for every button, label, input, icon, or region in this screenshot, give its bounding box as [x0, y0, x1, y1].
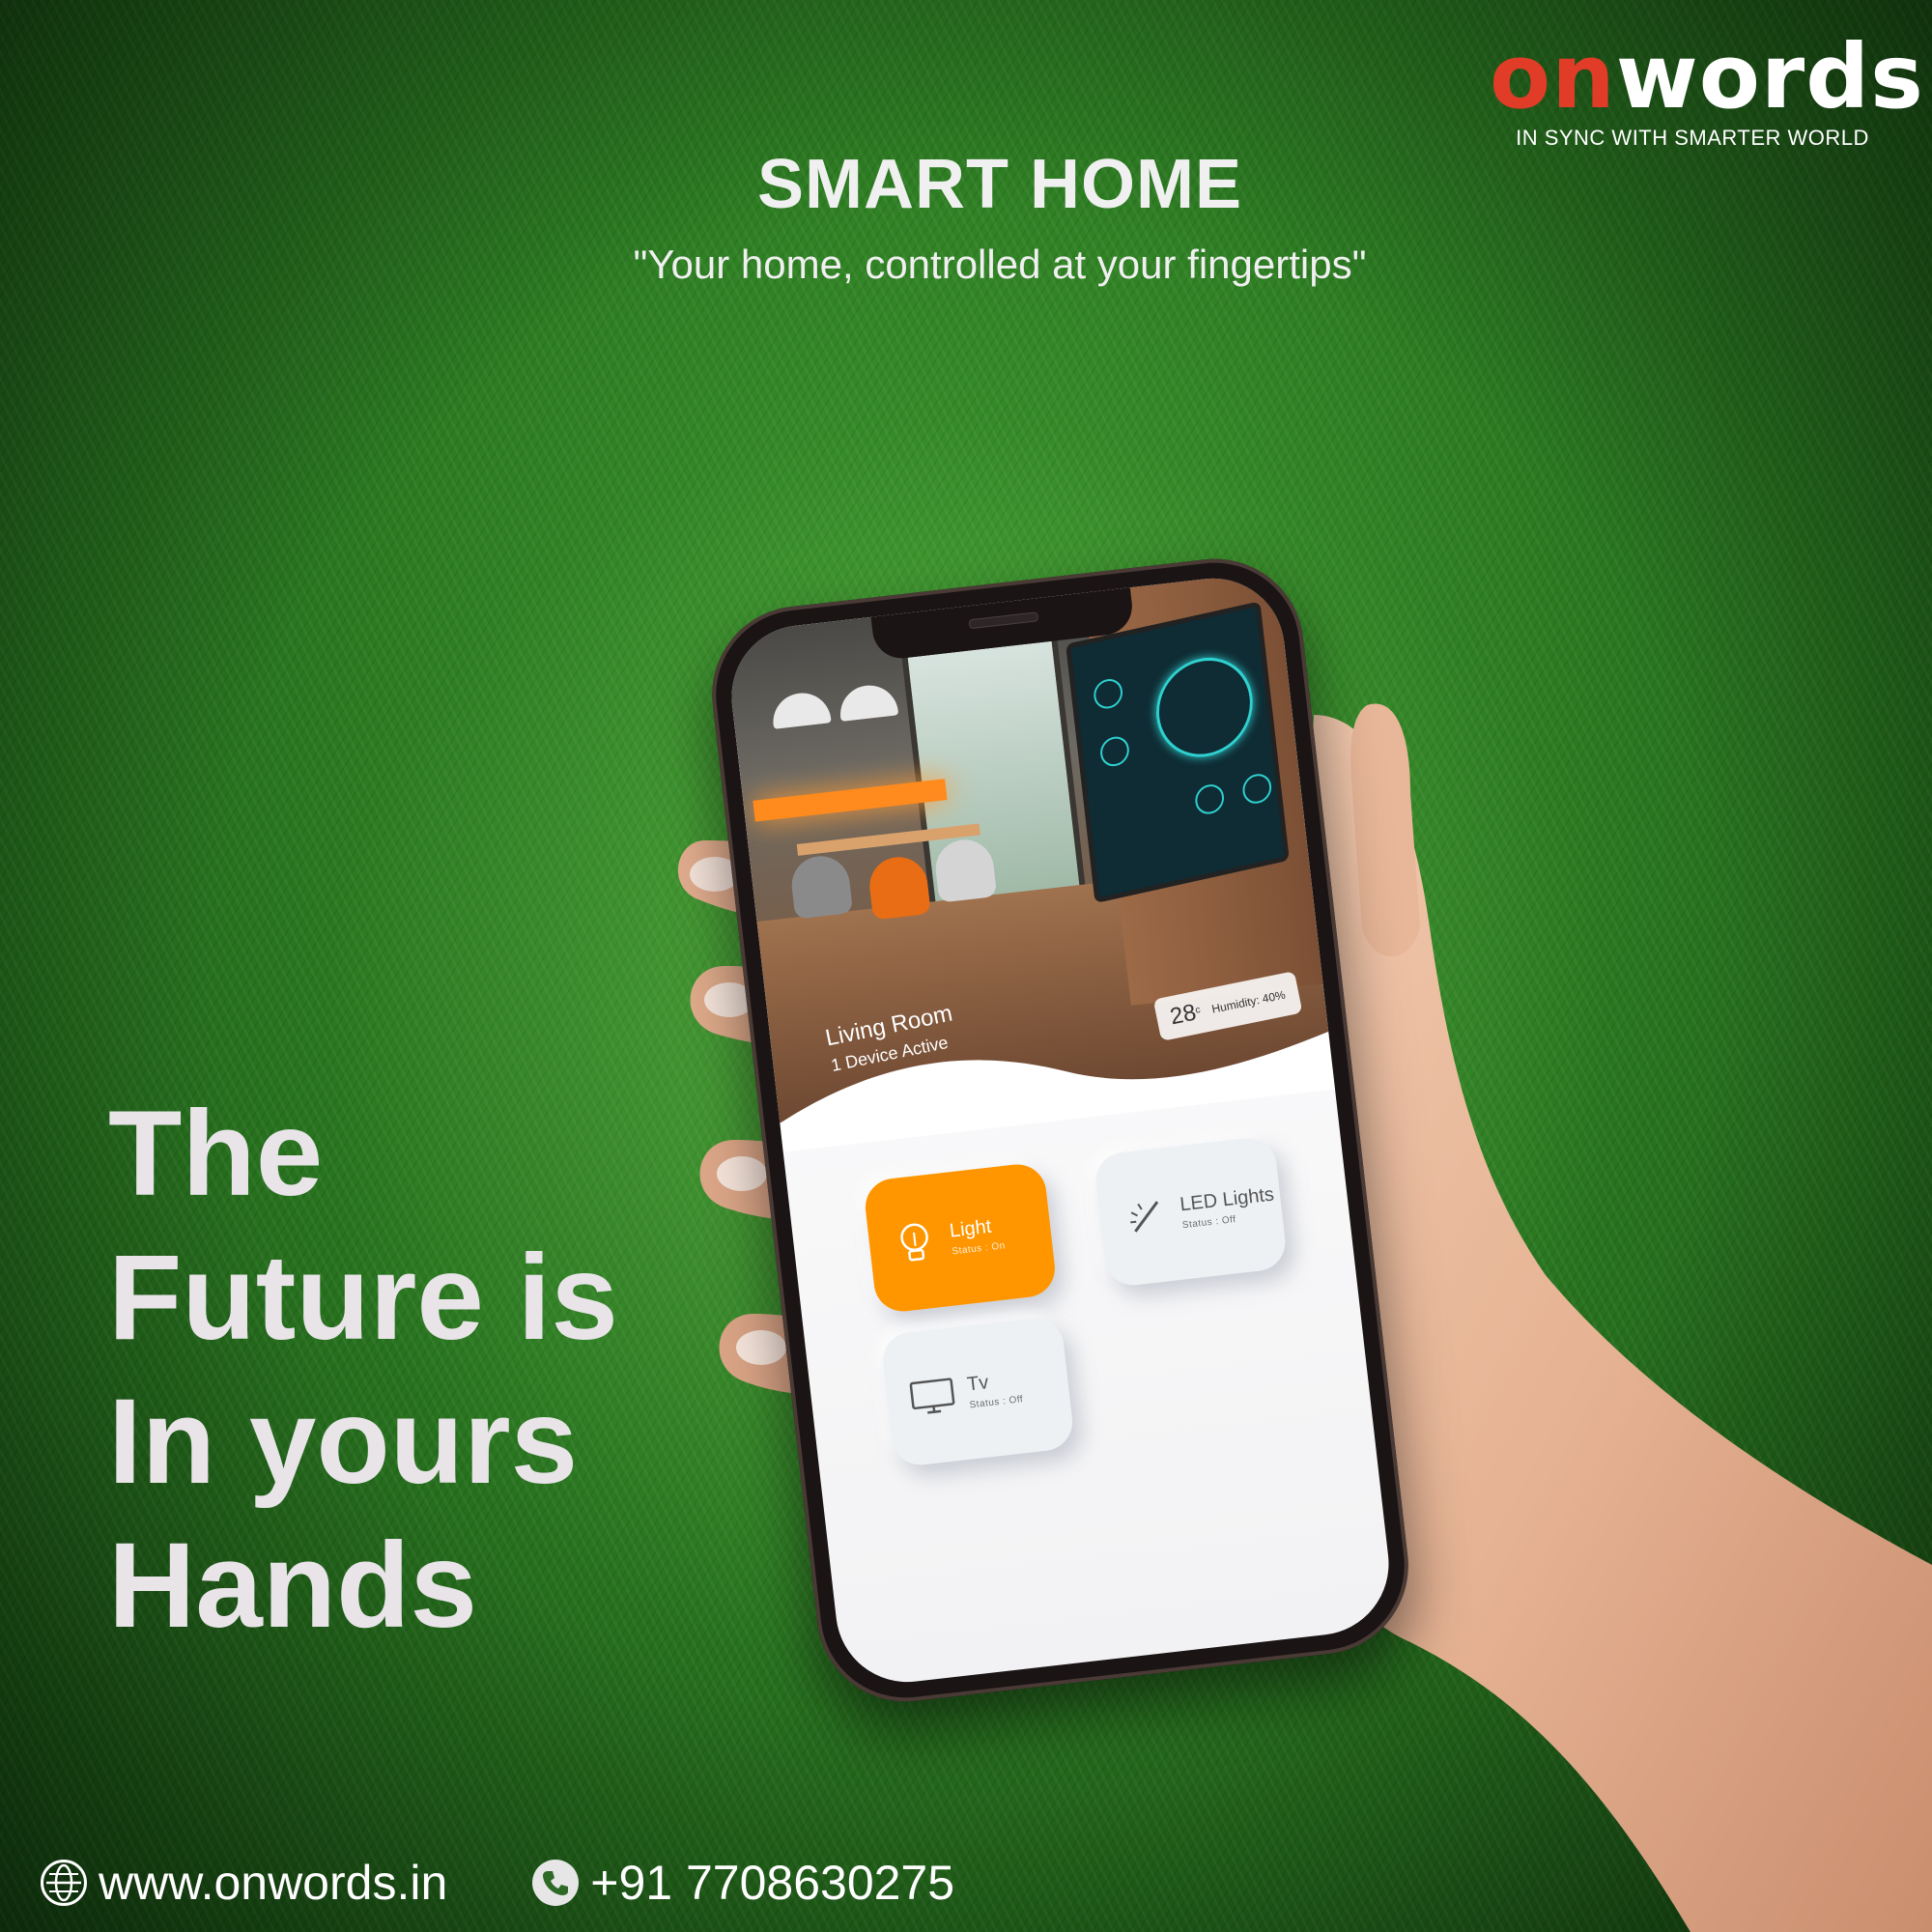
device-name: Light [948, 1215, 993, 1242]
bulb-icon [891, 1218, 940, 1267]
slogan-line: The [108, 1087, 324, 1221]
logo-wordmark: onwords [1490, 33, 1923, 122]
device-tile-tv[interactable]: Tv Status : Off [879, 1315, 1076, 1468]
smart-wall-panel [1065, 601, 1290, 904]
device-status: Status : On [951, 1240, 1007, 1258]
device-info: Tv Status : Off [966, 1368, 1024, 1410]
device-tile-light[interactable]: Light Status : On [862, 1161, 1059, 1315]
device-status: Status : Off [969, 1394, 1024, 1411]
brand-logo: onwords IN SYNC WITH SMARTER WORLD [1490, 33, 1923, 151]
device-info: Light Status : On [948, 1214, 1007, 1258]
headline-subtitle: "Your home, controlled at your fingertip… [633, 242, 1367, 287]
slogan: The Future is In yours Hands [108, 1082, 618, 1658]
panel-dial [1151, 648, 1259, 767]
headline: SMART HOME "Your home, controlled at you… [0, 145, 1932, 288]
led-strip-icon [1121, 1192, 1170, 1241]
device-name: Tv [965, 1372, 990, 1396]
device-info: LED Lights Status : Off [1179, 1183, 1277, 1231]
logo-on-part: on [1490, 25, 1616, 128]
website-contact[interactable]: www.onwords.in [41, 1855, 447, 1911]
globe-icon [41, 1860, 87, 1906]
slogan-line: Hands [108, 1519, 478, 1653]
device-tile-led-lights[interactable]: LED Lights Status : Off [1093, 1135, 1289, 1289]
contact-footer: www.onwords.in +91 7708630275 [41, 1855, 954, 1911]
panel-icon [1193, 781, 1226, 817]
logo-words-part: words [1615, 25, 1924, 128]
headline-title: SMART HOME [757, 146, 1242, 223]
panel-icon [1092, 676, 1124, 712]
tv-icon [908, 1372, 957, 1421]
phone-icon [532, 1860, 580, 1906]
website-link[interactable]: www.onwords.in [99, 1855, 447, 1911]
smartphone: Living Room 1 Device Active 28c Humidity… [702, 549, 1418, 1712]
phone-number[interactable]: +91 7708630275 [590, 1855, 954, 1911]
slogan-line: In yours [108, 1375, 579, 1509]
speaker-grille [968, 611, 1038, 630]
panel-icon [1240, 771, 1273, 807]
phone-contact[interactable]: +91 7708630275 [447, 1855, 954, 1911]
panel-icon [1098, 733, 1131, 770]
poster-background: onwords IN SYNC WITH SMARTER WORLD SMART… [0, 0, 1932, 1932]
slogan-line: Future is [108, 1231, 618, 1365]
